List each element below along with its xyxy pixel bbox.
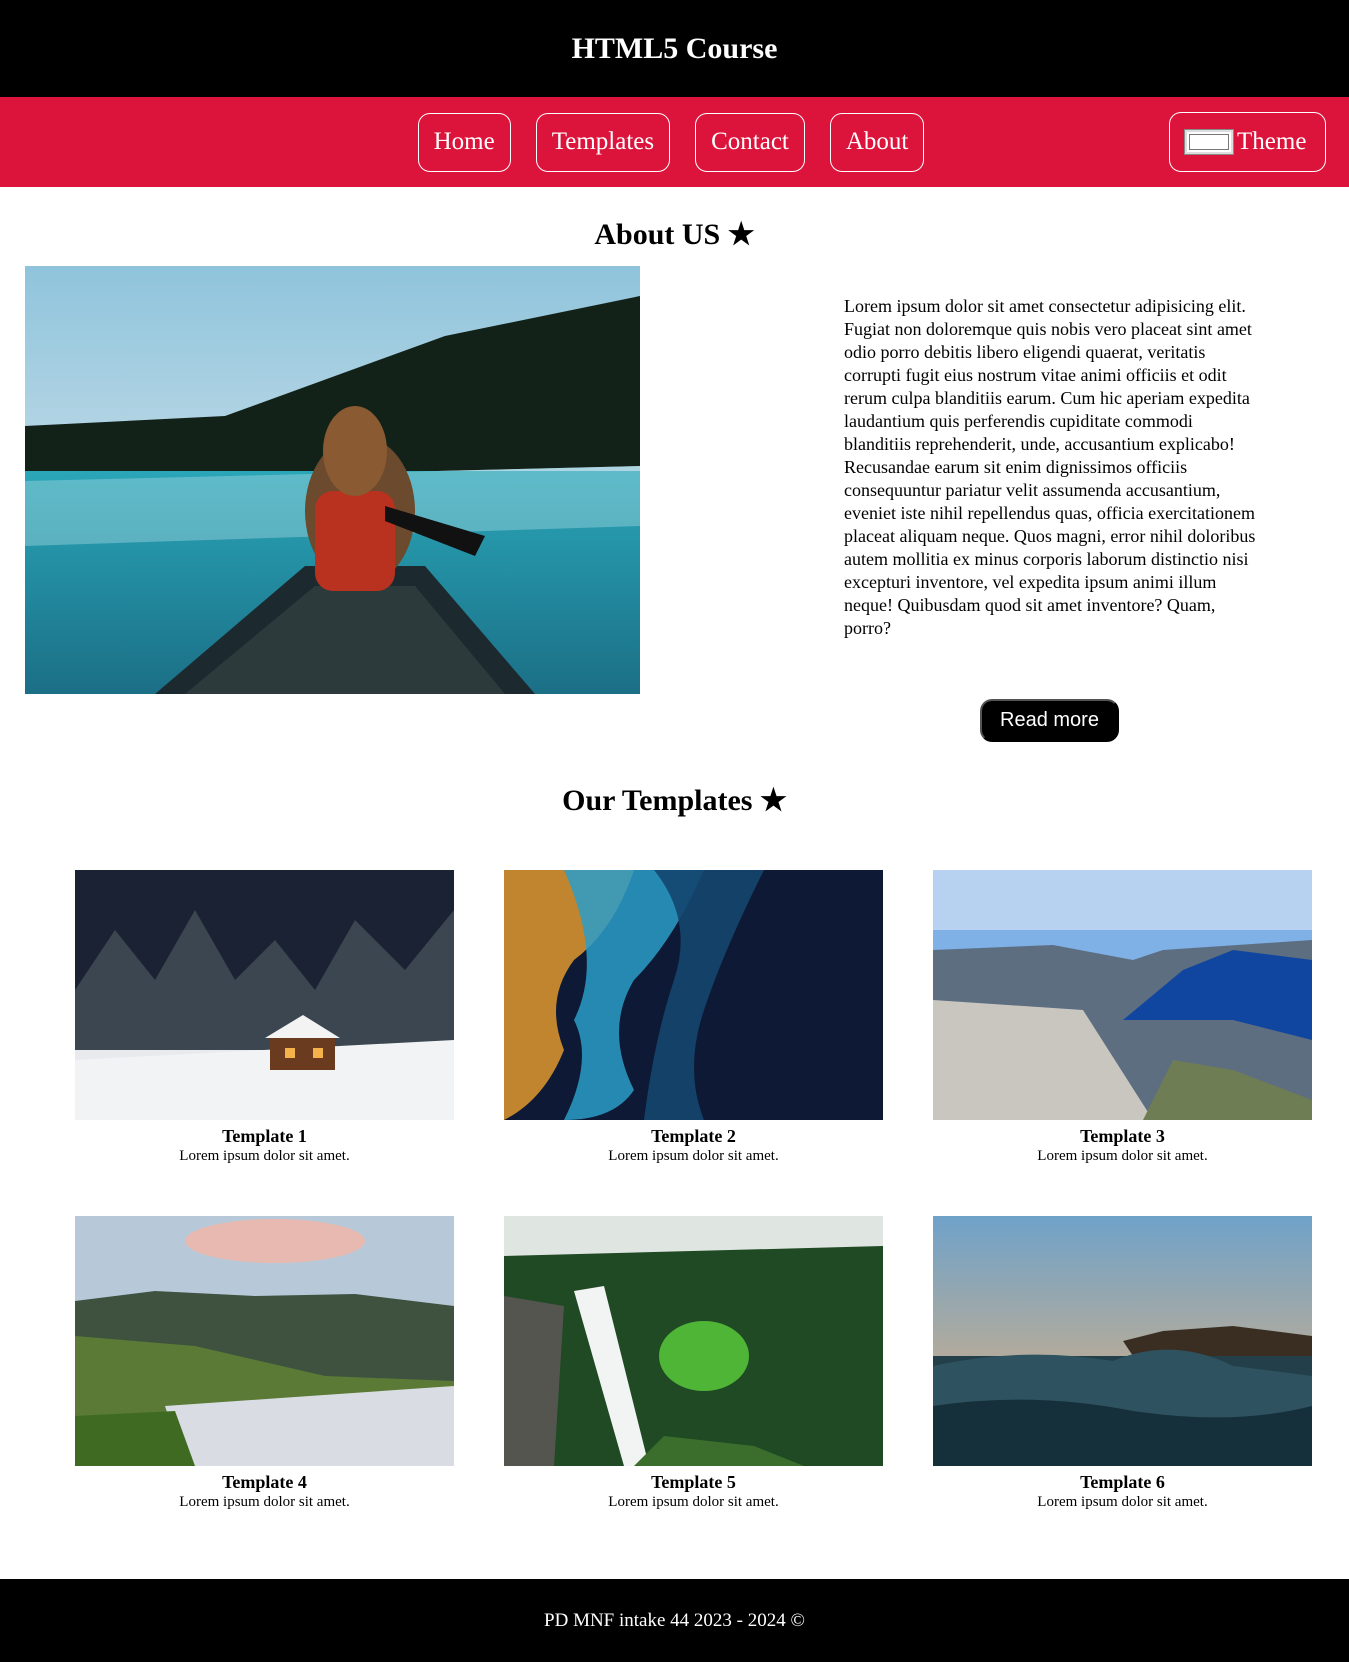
template-title: Template 5: [651, 1472, 736, 1492]
about-paragraph: Lorem ipsum dolor sit amet consectetur a…: [844, 296, 1256, 638]
template-card-6[interactable]: Template 6 Lorem ipsum dolor sit amet.: [933, 1216, 1312, 1512]
template-title: Template 3: [1080, 1126, 1165, 1146]
template-desc: Lorem ipsum dolor sit amet.: [608, 1494, 779, 1510]
template-image-mountain-lake[interactable]: [75, 1216, 454, 1466]
template-title: Template 6: [1080, 1472, 1165, 1492]
template-card-2[interactable]: Template 2 Lorem ipsum dolor sit amet.: [504, 870, 883, 1166]
template-desc: Lorem ipsum dolor sit amet.: [179, 1494, 350, 1510]
templates-title: Our Templates ★: [562, 784, 787, 817]
template-image-satellite-coast[interactable]: [504, 870, 883, 1120]
template-desc: Lorem ipsum dolor sit amet.: [608, 1148, 779, 1164]
footer-text: PD MNF intake 44 2023 - 2024 ©: [544, 1609, 805, 1631]
site-footer: PD MNF intake 44 2023 - 2024 ©: [0, 1579, 1349, 1662]
about-section: Lorem ipsum dolor sit amet consectetur a…: [0, 257, 1349, 787]
template-desc: Lorem ipsum dolor sit amet.: [1037, 1494, 1208, 1510]
theme-label: Theme: [1237, 128, 1307, 155]
site-title: HTML5 Course: [571, 31, 778, 65]
template-title: Template 4: [222, 1472, 307, 1492]
template-card-3[interactable]: Template 3 Lorem ipsum dolor sit amet.: [933, 870, 1312, 1166]
template-card-1[interactable]: Template 1 Lorem ipsum dolor sit amet.: [75, 870, 454, 1166]
theme-toggle[interactable]: Theme: [1169, 112, 1326, 172]
nav-about-link[interactable]: About: [829, 112, 925, 172]
page: HTML5 Course Home Templates Contact Abou…: [0, 0, 1349, 1662]
template-title: Template 2: [651, 1126, 736, 1146]
about-image-canoe: [25, 266, 640, 694]
nav-templates-link[interactable]: Templates: [535, 112, 671, 172]
templates-grid: Template 1 Lorem ipsum dolor sit amet. T…: [75, 870, 1312, 1512]
template-desc: Lorem ipsum dolor sit amet.: [1037, 1148, 1208, 1164]
template-image-ocean-wave[interactable]: [933, 1216, 1312, 1466]
site-header: HTML5 Course: [0, 0, 1349, 97]
template-desc: Lorem ipsum dolor sit amet.: [179, 1148, 350, 1164]
navbar: Home Templates Contact About Theme: [0, 97, 1349, 187]
theme-color-swatch[interactable]: [1184, 129, 1234, 155]
nav-links: Home Templates Contact About: [417, 112, 925, 172]
template-image-waterfall[interactable]: [504, 1216, 883, 1466]
template-image-fjord[interactable]: [933, 870, 1312, 1120]
template-card-5[interactable]: Template 5 Lorem ipsum dolor sit amet.: [504, 1216, 883, 1512]
template-card-4[interactable]: Template 4 Lorem ipsum dolor sit amet.: [75, 1216, 454, 1512]
read-more-button[interactable]: Read more: [980, 699, 1119, 742]
template-image-snow-cabin[interactable]: [75, 870, 454, 1120]
template-title: Template 1: [222, 1126, 307, 1146]
about-title: About US ★: [594, 218, 755, 251]
nav-home-link[interactable]: Home: [417, 112, 511, 172]
nav-contact-link[interactable]: Contact: [695, 112, 805, 172]
